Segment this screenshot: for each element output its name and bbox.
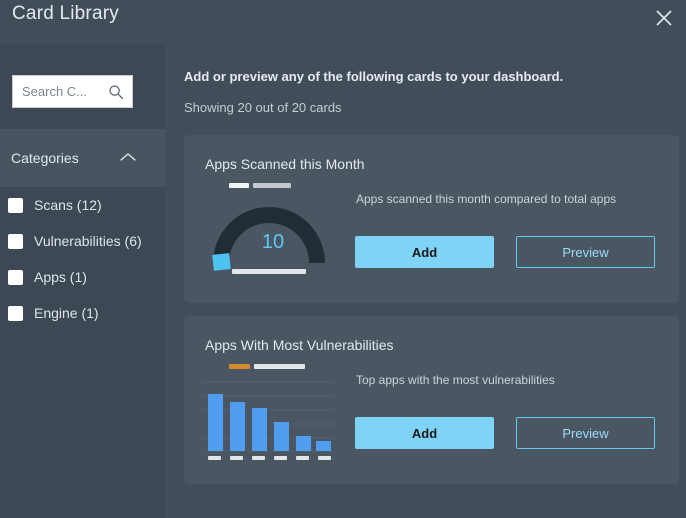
search-input[interactable] <box>22 84 108 99</box>
add-button[interactable]: Add <box>355 236 494 268</box>
legend-swatch <box>229 183 249 188</box>
checkbox-scans[interactable] <box>8 197 23 213</box>
gauge-value: 10 <box>261 231 285 253</box>
results-count: Showing 20 out of 20 cards <box>184 100 342 115</box>
main-panel: Add or preview any of the following card… <box>165 44 686 518</box>
sidebar-item-label: Engine (1) <box>34 305 99 321</box>
bar-tick <box>229 456 243 460</box>
legend-bar <box>253 183 291 188</box>
card-apps-with-most-vulnerabilities: Apps With Most Vulnerabilities Top apps … <box>184 316 679 484</box>
card-description: Apps scanned this month compared to tota… <box>356 192 617 206</box>
chart-legend <box>229 364 305 369</box>
card-actions: Add Preview <box>355 236 655 268</box>
sidebar-item-apps[interactable]: Apps (1) <box>0 259 165 295</box>
sidebar: Categories Scans (12) Vulnerabilities (6… <box>0 44 165 518</box>
preview-button[interactable]: Preview <box>516 236 655 268</box>
bar-tick <box>207 456 221 460</box>
chevron-up-icon[interactable] <box>119 150 137 162</box>
card-title: Apps With Most Vulnerabilities <box>205 337 394 353</box>
checkbox-vulnerabilities[interactable] <box>8 233 23 249</box>
sidebar-item-scans[interactable]: Scans (12) <box>0 187 165 223</box>
card-library-modal: Card Library Categories <box>0 0 686 518</box>
bar-tick <box>317 456 331 460</box>
gauge-chart: 10 <box>203 183 343 288</box>
sidebar-item-label: Scans (12) <box>34 197 102 213</box>
card-apps-scanned-this-month: Apps Scanned this Month Apps scanned thi… <box>184 135 679 303</box>
gauge-axis-label-placeholder <box>232 269 306 274</box>
add-button[interactable]: Add <box>355 417 494 449</box>
bar-tick <box>295 456 309 460</box>
page-title: Card Library <box>12 3 119 24</box>
bar-tick <box>251 456 265 460</box>
card-description: Top apps with the most vulnerabilities <box>356 373 555 387</box>
search-icon[interactable] <box>108 84 124 100</box>
legend-bar <box>254 364 305 369</box>
sidebar-item-engine[interactable]: Engine (1) <box>0 295 165 331</box>
modal-header: Card Library <box>0 0 686 44</box>
search-box[interactable] <box>12 75 133 108</box>
card-title: Apps Scanned this Month <box>205 156 365 172</box>
close-button[interactable] <box>650 4 678 32</box>
card-list: Apps Scanned this Month Apps scanned thi… <box>165 135 686 518</box>
preview-button[interactable]: Preview <box>516 417 655 449</box>
chart-legend <box>229 183 291 188</box>
categories-header[interactable]: Categories <box>0 129 165 187</box>
category-list: Scans (12) Vulnerabilities (6) Apps (1) … <box>0 187 165 331</box>
checkbox-engine[interactable] <box>8 305 23 321</box>
close-icon <box>654 8 674 28</box>
bar-chart-tick-labels <box>203 456 335 460</box>
bar-chart <box>203 364 343 469</box>
sidebar-item-label: Apps (1) <box>34 269 87 285</box>
card-actions: Add Preview <box>355 417 655 449</box>
sidebar-item-label: Vulnerabilities (6) <box>34 233 142 249</box>
legend-swatch <box>229 364 250 369</box>
sidebar-item-vulnerabilities[interactable]: Vulnerabilities (6) <box>0 223 165 259</box>
checkbox-apps[interactable] <box>8 269 23 285</box>
categories-label: Categories <box>11 150 79 166</box>
bar-chart-svg <box>203 381 335 452</box>
instructions-text: Add or preview any of the following card… <box>184 69 564 84</box>
bar-tick <box>273 456 287 460</box>
